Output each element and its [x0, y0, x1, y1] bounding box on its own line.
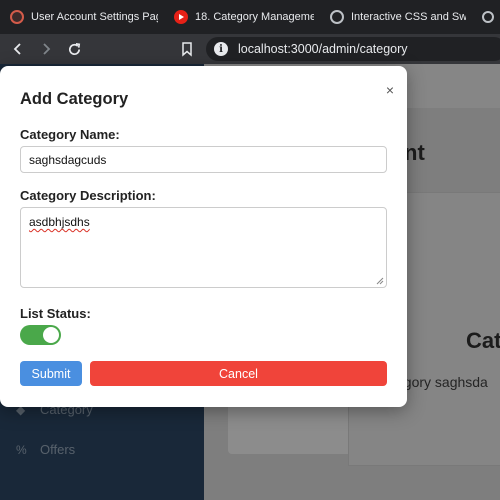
category-name-value: saghsdagcuds — [29, 152, 107, 167]
category-description-textarea[interactable]: asdbhjsdhs — [20, 207, 387, 288]
category-name-label: Category Name: — [20, 127, 120, 142]
cancel-button[interactable]: Cancel — [90, 361, 387, 386]
close-button[interactable]: × — [382, 82, 398, 98]
toggle-knob — [43, 327, 59, 343]
category-description-value: asdbhjsdhs — [29, 215, 90, 229]
browser-tab-user-settings[interactable]: User Account Settings Page — [4, 0, 164, 34]
info-icon[interactable]: i — [214, 42, 228, 56]
submit-button[interactable]: Submit — [20, 361, 82, 386]
bookmark-icon[interactable] — [178, 40, 196, 58]
youtube-favicon-icon — [174, 10, 188, 24]
chatgpt-favicon-icon — [330, 10, 344, 24]
browser-tab-strip: User Account Settings Page 18. Category … — [0, 0, 500, 34]
url-text: localhost:3000/admin/category — [238, 42, 408, 56]
category-description-label: Category Description: — [20, 188, 156, 203]
browser-tab-category-management[interactable]: 18. Category Management — [168, 0, 320, 34]
tab-title: 18. Category Management — [195, 11, 314, 23]
arrow-right-icon — [43, 43, 51, 55]
tab-title: Interactive CSS and Swal Po — [351, 11, 466, 23]
page-favicon-icon — [10, 10, 24, 24]
add-category-modal: Add Category × Category Name: saghsdagcu… — [0, 66, 407, 407]
close-icon: × — [385, 82, 395, 98]
tab-title: User Account Settings Page — [31, 11, 158, 23]
resize-grip-icon[interactable] — [376, 277, 384, 285]
browser-tab-globe[interactable] — [476, 0, 500, 34]
list-status-toggle[interactable] — [20, 325, 61, 345]
globe-favicon-icon — [482, 11, 494, 23]
category-name-input[interactable]: saghsdagcuds — [20, 146, 387, 173]
reload-icon — [68, 42, 80, 55]
address-bar[interactable]: i localhost:3000/admin/category — [206, 37, 500, 61]
back-button[interactable] — [6, 37, 30, 61]
list-status-label: List Status: — [20, 306, 91, 321]
reload-button[interactable] — [62, 37, 86, 61]
browser-toolbar: i localhost:3000/admin/category — [0, 34, 500, 64]
arrow-left-icon — [13, 43, 21, 55]
forward-button[interactable] — [34, 37, 58, 61]
browser-tab-interactive-css[interactable]: Interactive CSS and Swal Po — [324, 0, 472, 34]
modal-title: Add Category — [20, 90, 129, 108]
